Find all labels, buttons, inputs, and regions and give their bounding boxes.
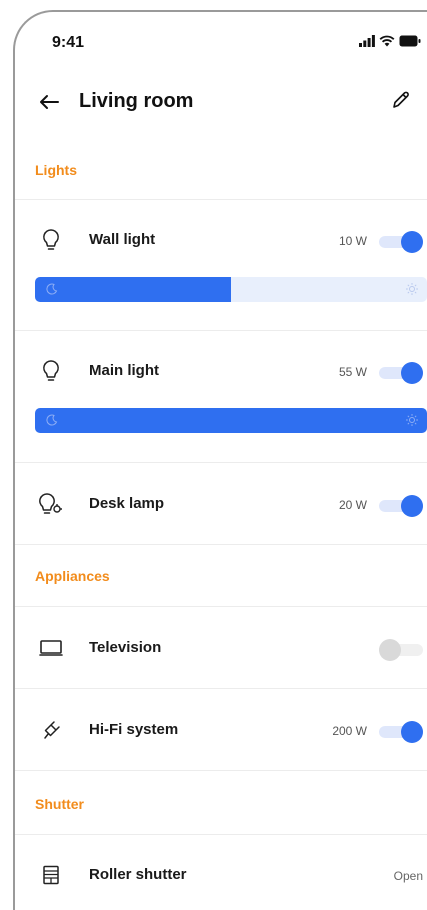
status-icons	[359, 35, 421, 47]
wifi-icon	[379, 35, 395, 47]
moon-icon	[46, 283, 58, 295]
battery-icon	[399, 35, 421, 47]
device-row-main-light[interactable]: Main light 55 W	[15, 346, 427, 396]
app-bar: Living room	[15, 74, 427, 134]
back-button[interactable]	[35, 88, 63, 116]
wall-light-brightness-slider[interactable]	[35, 277, 427, 302]
edit-button[interactable]	[387, 86, 415, 114]
divider	[15, 462, 427, 463]
device-power: 20 W	[338, 498, 367, 512]
divider	[15, 688, 427, 689]
phone-frame: 9:41 Living room Lights Wall light 10 W …	[13, 10, 427, 910]
divider	[15, 770, 427, 771]
divider	[15, 544, 427, 545]
shutter-state: Open	[393, 869, 423, 883]
device-name: Roller shutter	[89, 866, 187, 883]
section-header-lights: Lights	[35, 162, 77, 178]
device-power: 200 W	[332, 724, 367, 738]
device-name: Desk lamp	[89, 495, 165, 512]
wall-light-toggle[interactable]	[379, 231, 423, 253]
television-toggle[interactable]	[379, 639, 423, 661]
device-power: 10 W	[338, 234, 367, 248]
brightness-fill	[35, 408, 427, 433]
sun-icon	[406, 283, 418, 295]
lightbulb-icon	[37, 226, 65, 254]
moon-icon	[46, 414, 58, 426]
device-name: Hi-Fi system	[89, 721, 179, 738]
arrow-left-icon	[40, 95, 59, 109]
hifi-system-toggle[interactable]	[379, 721, 423, 743]
desk-lamp-toggle[interactable]	[379, 495, 423, 517]
device-row-hifi-system[interactable]: Hi-Fi system 200 W	[15, 705, 427, 755]
page-title: Living room	[79, 90, 194, 112]
plug-icon	[37, 716, 65, 744]
cellular-signal-icon	[359, 35, 375, 47]
device-name: Main light	[89, 362, 159, 379]
pencil-icon	[393, 91, 409, 108]
divider	[15, 330, 427, 331]
device-row-roller-shutter[interactable]: Roller shutter Open	[15, 850, 427, 900]
toggle-knob	[379, 639, 401, 661]
toggle-knob	[401, 721, 423, 743]
lightbulb-icon	[37, 357, 65, 385]
toggle-knob	[401, 362, 423, 384]
status-bar: 9:41	[15, 12, 427, 72]
device-row-wall-light[interactable]: Wall light 10 W	[15, 215, 427, 265]
device-name: Wall light	[89, 231, 156, 248]
section-header-appliances: Appliances	[35, 568, 110, 584]
roller-shutter-icon	[37, 861, 65, 889]
divider	[15, 606, 427, 607]
section-header-shutter: Shutter	[35, 796, 84, 812]
device-row-television[interactable]: Television	[15, 623, 427, 673]
main-light-brightness-slider[interactable]	[35, 408, 427, 433]
device-power: 55 W	[338, 365, 367, 379]
status-time: 9:41	[52, 34, 85, 51]
main-light-toggle[interactable]	[379, 362, 423, 384]
brightness-fill	[35, 277, 231, 302]
device-row-desk-lamp[interactable]: Desk lamp 20 W	[15, 479, 427, 529]
television-icon	[37, 634, 65, 662]
toggle-knob	[401, 495, 423, 517]
divider	[15, 834, 427, 835]
device-name: Television	[89, 639, 162, 656]
divider	[15, 199, 427, 200]
desk-lamp-icon	[37, 490, 65, 518]
sun-icon	[406, 414, 418, 426]
toggle-knob	[401, 231, 423, 253]
